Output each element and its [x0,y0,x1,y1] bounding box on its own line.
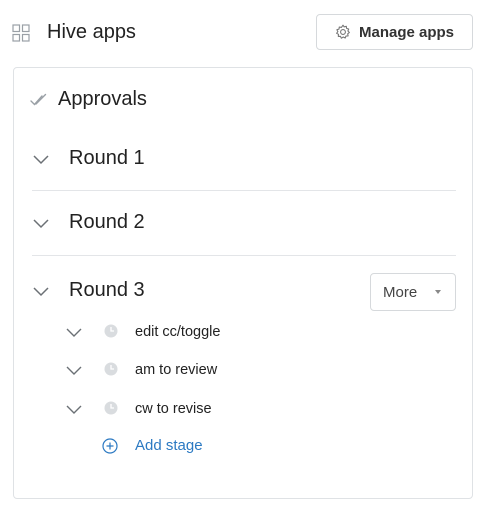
round-1[interactable]: Round 1 [32,136,456,184]
stage-label: cw to revise [135,401,212,417]
plus-circle-icon [102,438,118,454]
clock-icon [104,324,118,338]
caret-down-icon [435,290,441,294]
chevron-down-icon[interactable] [66,402,82,416]
double-check-icon [30,93,47,106]
add-stage-button[interactable]: Add stage [102,435,222,459]
divider [32,190,456,191]
clock-icon [104,401,118,415]
more-dropdown-button[interactable]: More [370,273,456,311]
round-2[interactable]: Round 2 [32,200,456,248]
chevron-down-icon[interactable] [66,363,82,377]
gear-icon [336,24,350,39]
clock-icon [104,362,118,376]
round-title: Round 3 [69,279,145,301]
stage-item[interactable]: edit cc/toggle [66,320,446,344]
chevron-down-icon[interactable] [66,325,82,339]
page-title: Hive apps [47,21,136,43]
stage-item[interactable]: cw to revise [66,397,446,421]
stage-item[interactable]: am to review [66,358,446,382]
stage-label: am to review [135,362,218,378]
chevron-down-icon[interactable] [32,150,50,168]
approvals-title: Approvals [58,88,147,110]
stage-label: edit cc/toggle [135,324,221,340]
approvals-panel: Approvals Round 1 Round 2 Round 3 More e… [13,67,473,499]
divider [32,255,456,256]
round-title: Round 2 [69,211,145,233]
hive-apps-screen: Hive apps Manage apps Approvals Round 1 [0,0,485,512]
chevron-down-icon[interactable] [32,214,50,232]
manage-apps-button[interactable]: Manage apps [316,14,473,50]
manage-apps-label: Manage apps [358,23,455,41]
header: Hive apps Manage apps [0,0,485,64]
more-label: More [383,283,418,301]
add-stage-label: Add stage [135,437,203,454]
round-title: Round 1 [69,147,145,169]
grid-icon [12,24,30,42]
chevron-down-icon[interactable] [32,282,50,300]
